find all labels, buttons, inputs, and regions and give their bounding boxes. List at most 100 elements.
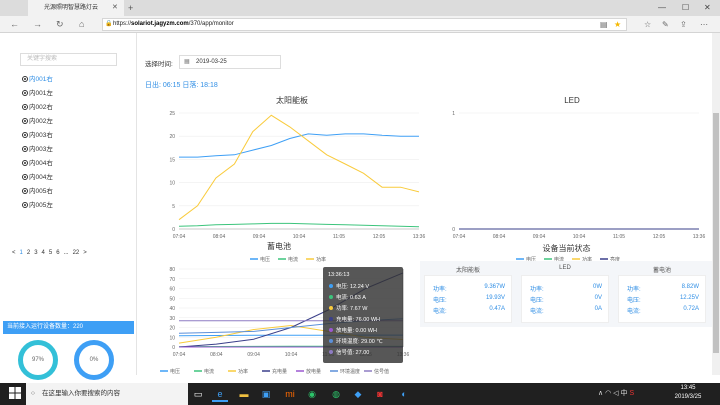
wifi-icon[interactable]: ◠ [605,390,611,397]
device-item[interactable]: 内001左 [22,88,53,99]
reading-view-icon[interactable]: ▤ [600,16,608,33]
refresh-icon[interactable]: ↻ [56,16,64,33]
explorer-icon[interactable]: ▬ [236,386,252,402]
page-link[interactable]: 6 [56,250,59,256]
new-tab-button[interactable]: + [128,0,133,16]
tooltip-row: 信号值: 27.00 [336,348,369,356]
favorites-icon[interactable]: ☆ [644,16,651,33]
page-link[interactable]: 4 [42,250,45,256]
legend-label[interactable]: 信号值 [374,368,389,375]
page-link[interactable]: 22 [73,250,80,256]
radio-icon[interactable] [22,90,28,96]
netease-icon[interactable]: ◙ [372,386,388,402]
legend-label[interactable]: 环境温度 [340,368,360,375]
edge-icon[interactable]: e [212,386,228,402]
page-link[interactable]: 5 [49,250,52,256]
online-ring: 97% [18,340,58,380]
state-value: 12.25V [679,295,699,301]
browser-tab[interactable]: 光源照明智慧路灯云 [28,0,124,16]
y-tick-label: 5 [172,204,175,210]
minimize-icon[interactable]: — [658,0,666,16]
radio-icon[interactable] [22,146,28,152]
ie-icon[interactable]: ◐ [396,386,412,402]
legend-label[interactable]: 电流 [204,368,214,375]
legend-label[interactable]: 电压 [170,368,180,375]
device-label: 内002右 [29,104,53,111]
task-view-icon[interactable]: ▭ [190,386,206,402]
radio-icon[interactable] [22,174,28,180]
page-link[interactable]: < [12,250,16,256]
antivirus-icon[interactable]: S [629,390,634,397]
radio-icon[interactable] [22,202,28,208]
tooltip-dot [329,306,333,310]
date-input[interactable]: ▦ 2019-03-25 [179,55,281,69]
radio-icon[interactable] [22,104,28,110]
device-item[interactable]: 内001右 [22,74,53,85]
radio-icon[interactable] [22,118,28,124]
device-item[interactable]: 内005左 [22,200,53,211]
state-col-title: 蓄电池 [652,268,671,274]
state-row: 电流: 0.47A [433,306,505,315]
page-link[interactable]: > [83,250,87,256]
forward-icon[interactable]: → [33,16,42,33]
search-icon: ○ [31,390,35,397]
page-link[interactable]: 3 [34,250,37,256]
state-row: 功率: 9.367W [433,284,505,293]
battery-chart: 蓄电池 0 10 20 30 40 50 60 70 80 07:04 08:04 09:04 10:04… [160,241,409,375]
mi-icon[interactable]: mi [282,386,298,402]
app-icon[interactable]: ◆ [350,386,366,402]
x-tick-label: 09:04 [247,352,260,358]
x-tick-label: 10:04 [285,352,298,358]
device-item[interactable]: 内003右 [22,130,53,141]
search-input[interactable]: 关键字搜索 [20,53,117,66]
device-item[interactable]: 内003左 [22,144,53,155]
chrome-icon[interactable]: ◉ [304,386,320,402]
legend-label[interactable]: 充电量 [272,368,287,375]
scroll-thumb[interactable] [713,113,719,353]
device-item[interactable]: 内004右 [22,158,53,169]
page-link[interactable]: 2 [27,250,30,256]
taskbar-clock[interactable]: 13:45 2019/3/25 [668,384,708,402]
page-scrollbar[interactable] [712,33,720,375]
tab-close-icon[interactable]: ✕ [112,0,118,16]
tooltip-dot [329,350,333,354]
y-tick-label: 0 [172,227,175,233]
state-row: 电压: 0V [530,295,602,304]
taskbar: ○ 在这里输入你要搜索的内容 ▭ e ▬ ▣ mi ◉ ◍ ◆ ◙ ◐ ∧ ◠ ◁… [0,383,720,405]
radio-icon[interactable] [22,76,28,82]
chart-title: LED [564,96,580,105]
more-icon[interactable]: ⋯ [700,16,708,33]
legend-label[interactable]: 功率 [238,368,248,375]
back-icon[interactable]: ← [10,16,19,33]
ime-indicator[interactable]: 中 [620,390,627,397]
x-tick-label: 07:04 [453,234,466,240]
series-line [178,114,420,221]
page-link[interactable]: 1 [20,250,23,256]
radio-icon[interactable] [22,160,28,166]
tooltip-dot [329,295,333,299]
tray-up-icon[interactable]: ∧ [598,390,603,397]
legend-label[interactable]: 放电量 [306,368,321,375]
wechat-icon[interactable]: ◍ [328,386,344,402]
y-tick-label: 10 [169,335,175,341]
close-window-icon[interactable]: ✕ [704,0,711,16]
radio-icon[interactable] [22,132,28,138]
monitor-main: 选择时间: ▦ 2019-03-25 日出: 06:15 日落: 18:18 太阳… [137,33,713,375]
device-item[interactable]: 内002左 [22,116,53,127]
store-icon[interactable]: ▣ [258,386,274,402]
device-item[interactable]: 内004左 [22,172,53,183]
taskbar-search[interactable]: ○ 在这里输入你要搜索的内容 [26,383,188,405]
device-item[interactable]: 内002右 [22,102,53,113]
favorite-star-icon[interactable]: ★ [614,16,621,33]
volume-icon[interactable]: ◁ [613,390,618,397]
page-link[interactable]: ... [64,250,69,256]
maximize-icon[interactable]: ☐ [682,0,689,16]
share-icon[interactable]: ⇪ [680,16,687,33]
windows-start-icon[interactable] [8,386,22,400]
solar-chart: 太阳能板051015202507:04 08:04 09:04 10:04 11:05 1… [169,95,425,263]
home-icon[interactable]: ⌂ [79,16,84,33]
notes-icon[interactable]: ✎ [662,16,669,33]
url-input[interactable]: 🔒 https://solariot.jagyzm.com/370/app/mon… [102,18,627,31]
radio-icon[interactable] [22,188,28,194]
device-item[interactable]: 内005右 [22,186,53,197]
